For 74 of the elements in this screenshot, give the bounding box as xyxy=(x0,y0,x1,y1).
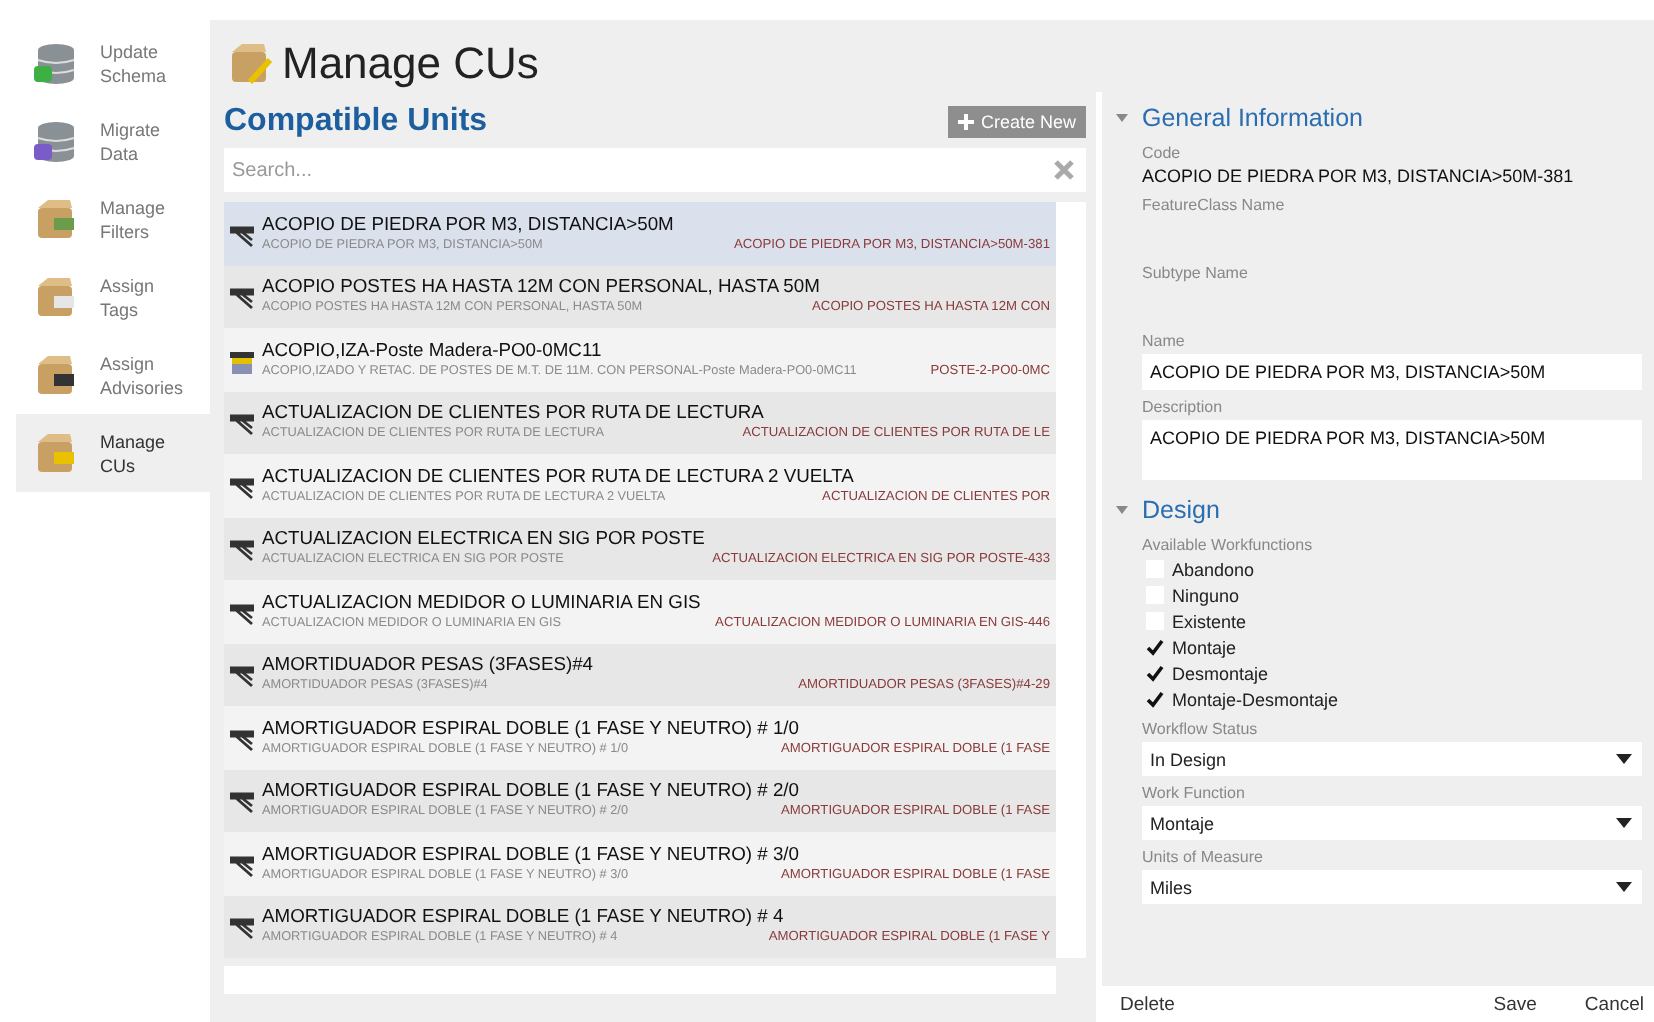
sidebar-item[interactable]: Assign Advisories xyxy=(0,336,210,414)
line-icon xyxy=(230,853,254,878)
caret-icon xyxy=(1616,882,1632,892)
dropdown[interactable]: Montaje xyxy=(1142,806,1642,840)
field-label: Code xyxy=(1142,142,1183,164)
cancel-button[interactable]: Cancel xyxy=(1584,993,1644,1015)
checkbox[interactable] xyxy=(1146,664,1164,682)
item-title: ACOPIO,IZA-Poste Madera-PO0-0MC11 xyxy=(262,337,604,362)
field-label: Units of Measure xyxy=(1142,846,1265,868)
field-label: Work Function xyxy=(1142,782,1247,804)
item-title: AMORTIDUADOR PESAS (3FASES)#4 xyxy=(262,652,595,677)
checkbox-label: Ninguno xyxy=(1172,585,1240,605)
dropdown[interactable]: Miles xyxy=(1142,870,1642,904)
checkbox-label: Abandono xyxy=(1172,559,1255,579)
line-icon xyxy=(230,601,254,626)
item-title: ACTUALIZACION ELECTRICA EN SIG POR POSTE xyxy=(262,526,707,551)
line-icon xyxy=(230,475,254,500)
plus-icon xyxy=(958,114,975,130)
item-title: AMORTIGUADOR ESPIRAL DOBLE (1 FASE Y NEUTRO) # 4 xyxy=(262,904,786,929)
delete-button[interactable]: Delete xyxy=(1120,993,1175,1015)
caret-icon xyxy=(1616,754,1632,764)
field-label: Name xyxy=(1142,330,1187,352)
field-label: Available Workfunctions xyxy=(1142,534,1315,556)
line-icon xyxy=(230,916,254,941)
description-field[interactable]: ACOPIO DE PIEDRA POR M3, DISTANCIA>50M xyxy=(1142,420,1642,480)
name-field[interactable]: ACOPIO DE PIEDRA POR M3, DISTANCIA>50M xyxy=(1142,354,1642,390)
page-title: Manage CUs xyxy=(282,38,539,90)
sidebar-item[interactable]: Manage CUs xyxy=(16,414,210,492)
field-label: FeatureClass Name xyxy=(1142,194,1287,216)
panel-title: Compatible Units xyxy=(224,104,488,140)
sidebar-item[interactable]: Update Schema xyxy=(0,24,210,102)
line-icon xyxy=(230,727,254,752)
box-icon xyxy=(32,275,80,319)
field-value: ACOPIO DE PIEDRA POR M3, DISTANCIA>50M-381 xyxy=(1142,164,1576,188)
box-icon xyxy=(32,353,80,397)
clear-icon[interactable] xyxy=(1054,160,1074,180)
caret-icon xyxy=(1616,818,1632,828)
save-button[interactable]: Save xyxy=(1493,993,1537,1015)
box-icon xyxy=(230,42,274,86)
section-header[interactable]: General Information xyxy=(1116,100,1642,136)
dropdown[interactable]: In Design xyxy=(1142,742,1642,776)
pole-icon xyxy=(230,349,254,374)
checkbox[interactable] xyxy=(1146,690,1164,708)
item-title: ACTUALIZACION DE CLIENTES POR RUTA DE LECTURA xyxy=(262,400,766,425)
box-icon xyxy=(32,431,80,475)
line-icon xyxy=(230,286,254,311)
item-title: ACOPIO POSTES HA HASTA 12M CON PERSONAL, HASTA 50M xyxy=(262,274,822,299)
line-icon xyxy=(230,412,254,437)
sidebar-item[interactable]: Assign Tags xyxy=(0,258,210,336)
line-icon xyxy=(230,538,254,563)
sidebar-item[interactable]: Manage Filters xyxy=(0,180,210,258)
vertical-scrollbar[interactable] xyxy=(1056,202,1086,958)
sidebar-item[interactable]: Migrate Data xyxy=(0,102,210,180)
line-icon xyxy=(230,664,254,689)
line-icon xyxy=(230,790,254,815)
checkbox-label: Existente xyxy=(1172,611,1247,631)
database-icon xyxy=(32,41,80,85)
item-title: ACOPIO DE PIEDRA POR M3, DISTANCIA>50M xyxy=(262,211,676,236)
checkbox-label: Montaje xyxy=(1172,637,1237,657)
field-label: Description xyxy=(1142,396,1225,418)
item-title: ACTUALIZACION MEDIDOR O LUMINARIA EN GIS xyxy=(262,589,703,614)
field-label: Subtype Name xyxy=(1142,262,1250,284)
box-icon xyxy=(32,197,80,241)
item-title: ACTUALIZACION DE CLIENTES POR RUTA DE LECTURA 2 VUELTA xyxy=(262,463,856,488)
section-header[interactable]: Design xyxy=(1116,492,1642,528)
checkbox-label: Desmontaje xyxy=(1172,663,1269,683)
checkbox[interactable] xyxy=(1146,638,1164,656)
item-title: AMORTIGUADOR ESPIRAL DOBLE (1 FASE Y NEUTRO) # 1/0 xyxy=(262,715,801,740)
line-icon xyxy=(230,223,254,248)
checkbox-label: Montaje-Desmontaje xyxy=(1172,689,1339,709)
item-title: AMORTIGUADOR ESPIRAL DOBLE (1 FASE Y NEUTRO) # 3/0 xyxy=(262,841,801,866)
item-title: AMORTIGUADOR ESPIRAL DOBLE (1 FASE Y NEUTRO) # 2/0 xyxy=(262,778,801,803)
field-label: Workflow Status xyxy=(1142,718,1260,740)
database-icon xyxy=(32,119,80,163)
